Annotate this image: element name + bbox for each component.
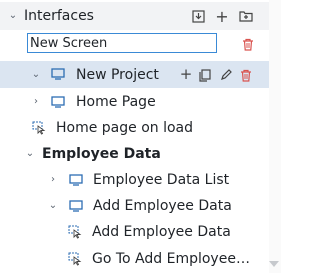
new-screen-input[interactable]: [27, 33, 217, 53]
new-folder-icon[interactable]: [238, 8, 254, 24]
delete-icon[interactable]: [238, 67, 254, 83]
section-title: Interfaces: [24, 8, 94, 24]
tree-item-label: Home Page: [76, 94, 156, 110]
tree-item-label: Go To Add Employee D...: [92, 251, 254, 267]
click-action-icon: [68, 252, 82, 266]
edit-icon[interactable]: [218, 67, 234, 83]
monitor-icon: [51, 96, 65, 108]
chevron-down-icon[interactable]: ⌄: [8, 11, 18, 21]
chevron-down-icon[interactable]: ⌄: [31, 70, 41, 80]
chevron-right-icon[interactable]: ›: [31, 97, 41, 107]
tree-item-home-on-load[interactable]: Home page on load: [0, 115, 281, 141]
chevron-down-icon[interactable]: ⌄: [48, 201, 58, 211]
monitor-icon: [51, 68, 65, 80]
delete-icon[interactable]: [240, 36, 256, 52]
monitor-icon: [69, 200, 83, 212]
add-icon[interactable]: +: [214, 7, 230, 26]
tree-item-label: Employee Data: [42, 146, 161, 162]
import-icon[interactable]: [190, 8, 206, 24]
click-action-icon: [32, 121, 46, 135]
tree-item-project[interactable]: ⌄ New Project +: [0, 61, 281, 88]
chevron-right-icon[interactable]: ›: [48, 175, 58, 185]
tree-item-employee-data[interactable]: ⌄ Employee Data: [0, 141, 281, 167]
copy-icon[interactable]: [197, 67, 213, 83]
tree-item-add-employee-data-action[interactable]: Add Employee Data: [0, 219, 281, 245]
interfaces-header[interactable]: ⌄ Interfaces +: [0, 2, 281, 30]
click-action-icon: [68, 225, 82, 239]
tree-item-label: Home page on load: [56, 120, 194, 136]
tree-item-employee-data-list[interactable]: › Employee Data List: [0, 167, 281, 193]
tree-item-home-page[interactable]: › Home Page: [0, 89, 281, 115]
scrollbar[interactable]: [269, 0, 281, 273]
scroll-down-arrow-icon[interactable]: [269, 261, 279, 267]
monitor-icon: [69, 174, 83, 186]
tree-item-label: New Project: [76, 67, 159, 83]
chevron-down-icon[interactable]: ⌄: [25, 149, 35, 159]
tree-item-label: Add Employee Data: [93, 198, 232, 214]
tree-item-add-employee-data[interactable]: ⌄ Add Employee Data: [0, 193, 281, 219]
tree-item-label: Add Employee Data: [92, 224, 231, 240]
tree-item-go-to-add-employee[interactable]: Go To Add Employee D...: [0, 246, 281, 272]
tree-item-label: Employee Data List: [93, 172, 230, 188]
add-icon[interactable]: +: [178, 65, 194, 83]
